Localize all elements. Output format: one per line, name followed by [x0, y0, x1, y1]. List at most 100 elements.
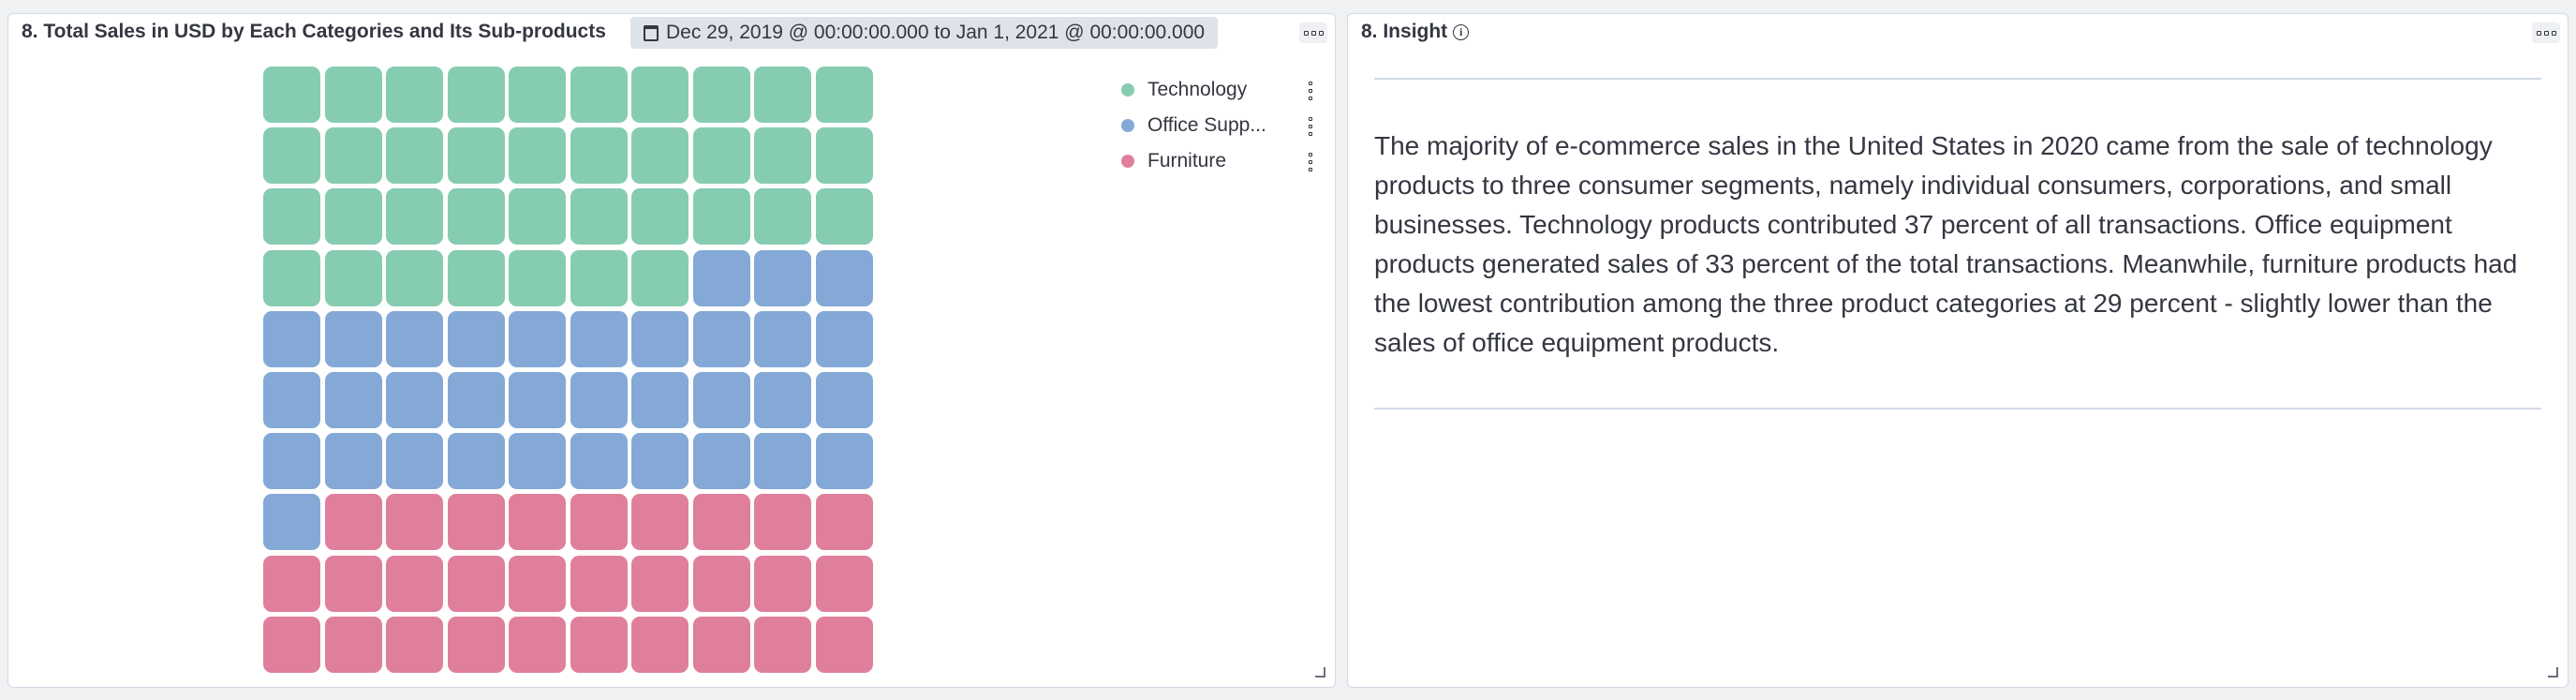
waffle-cell-technology[interactable] [570, 67, 628, 123]
waffle-cell-furniture[interactable] [754, 494, 811, 551]
waffle-cell-furniture[interactable] [263, 555, 320, 612]
waffle-cell-furniture[interactable] [324, 494, 382, 551]
legend-actions-icon[interactable] [1307, 82, 1314, 100]
waffle-cell-furniture[interactable] [631, 555, 688, 612]
waffle-cell-furniture[interactable] [324, 555, 382, 612]
waffle-cell-furniture[interactable] [815, 616, 873, 673]
waffle-cell-office-supp[interactable] [815, 433, 873, 490]
waffle-cell-furniture[interactable] [447, 494, 505, 551]
waffle-cell-office-supp[interactable] [263, 494, 320, 551]
waffle-cell-office-supp[interactable] [692, 372, 750, 428]
waffle-cell-furniture[interactable] [263, 616, 320, 673]
waffle-cell-furniture[interactable] [509, 494, 566, 551]
waffle-cell-furniture[interactable] [386, 555, 443, 612]
waffle-cell-furniture[interactable] [570, 616, 628, 673]
waffle-cell-office-supp[interactable] [692, 310, 750, 367]
waffle-cell-technology[interactable] [631, 127, 688, 185]
waffle-cell-office-supp[interactable] [692, 433, 750, 490]
waffle-cell-technology[interactable] [692, 67, 750, 123]
waffle-cell-furniture[interactable] [631, 494, 688, 551]
waffle-cell-technology[interactable] [324, 249, 382, 306]
panel-options-button[interactable] [1299, 22, 1327, 43]
legend-actions-icon[interactable] [1307, 153, 1314, 171]
waffle-cell-technology[interactable] [570, 188, 628, 246]
legend-item[interactable]: Technology [1121, 72, 1327, 108]
waffle-cell-technology[interactable] [447, 67, 505, 123]
info-icon[interactable]: i [1453, 23, 1470, 40]
waffle-cell-technology[interactable] [631, 188, 688, 246]
resize-handle[interactable] [2548, 667, 2558, 678]
waffle-cell-technology[interactable] [263, 127, 320, 185]
waffle-cell-furniture[interactable] [754, 616, 811, 673]
waffle-cell-office-supp[interactable] [754, 372, 811, 428]
waffle-cell-technology[interactable] [509, 67, 566, 123]
waffle-cell-office-supp[interactable] [815, 372, 873, 428]
waffle-cell-technology[interactable] [815, 188, 873, 246]
waffle-cell-furniture[interactable] [509, 616, 566, 673]
waffle-cell-technology[interactable] [263, 67, 320, 123]
waffle-cell-technology[interactable] [692, 188, 750, 246]
waffle-cell-technology[interactable] [692, 127, 750, 185]
waffle-cell-office-supp[interactable] [631, 372, 688, 428]
legend-item[interactable]: Furniture [1121, 143, 1327, 179]
waffle-cell-technology[interactable] [386, 188, 443, 246]
waffle-cell-technology[interactable] [754, 127, 811, 185]
waffle-cell-office-supp[interactable] [692, 249, 750, 306]
waffle-cell-furniture[interactable] [324, 616, 382, 673]
waffle-cell-office-supp[interactable] [263, 372, 320, 428]
waffle-cell-technology[interactable] [509, 188, 566, 246]
waffle-cell-office-supp[interactable] [263, 433, 320, 490]
waffle-cell-office-supp[interactable] [631, 433, 688, 490]
waffle-cell-technology[interactable] [447, 249, 505, 306]
waffle-cell-office-supp[interactable] [386, 433, 443, 490]
waffle-cell-office-supp[interactable] [570, 310, 628, 367]
waffle-cell-office-supp[interactable] [263, 310, 320, 367]
waffle-cell-office-supp[interactable] [631, 310, 688, 367]
waffle-cell-office-supp[interactable] [386, 310, 443, 367]
waffle-cell-furniture[interactable] [754, 555, 811, 612]
waffle-cell-furniture[interactable] [386, 616, 443, 673]
waffle-cell-technology[interactable] [447, 127, 505, 185]
waffle-cell-technology[interactable] [815, 127, 873, 185]
waffle-cell-office-supp[interactable] [754, 249, 811, 306]
waffle-cell-technology[interactable] [754, 67, 811, 123]
waffle-cell-technology[interactable] [386, 67, 443, 123]
waffle-cell-office-supp[interactable] [570, 372, 628, 428]
waffle-cell-office-supp[interactable] [815, 310, 873, 367]
waffle-cell-office-supp[interactable] [447, 310, 505, 367]
waffle-cell-technology[interactable] [324, 67, 382, 123]
waffle-cell-furniture[interactable] [692, 494, 750, 551]
waffle-cell-technology[interactable] [324, 127, 382, 185]
waffle-cell-office-supp[interactable] [815, 249, 873, 306]
waffle-cell-technology[interactable] [815, 67, 873, 123]
waffle-cell-furniture[interactable] [815, 555, 873, 612]
waffle-cell-technology[interactable] [324, 188, 382, 246]
waffle-cell-office-supp[interactable] [386, 372, 443, 428]
waffle-cell-office-supp[interactable] [754, 310, 811, 367]
waffle-cell-office-supp[interactable] [447, 372, 505, 428]
waffle-cell-furniture[interactable] [386, 494, 443, 551]
waffle-cell-technology[interactable] [386, 127, 443, 185]
waffle-cell-office-supp[interactable] [570, 433, 628, 490]
waffle-cell-office-supp[interactable] [324, 433, 382, 490]
waffle-cell-technology[interactable] [509, 127, 566, 185]
waffle-cell-furniture[interactable] [815, 494, 873, 551]
waffle-cell-technology[interactable] [447, 188, 505, 246]
waffle-cell-technology[interactable] [570, 249, 628, 306]
waffle-cell-technology[interactable] [509, 249, 566, 306]
waffle-cell-office-supp[interactable] [324, 310, 382, 367]
waffle-cell-office-supp[interactable] [509, 372, 566, 428]
waffle-cell-furniture[interactable] [447, 555, 505, 612]
waffle-cell-furniture[interactable] [570, 494, 628, 551]
waffle-cell-technology[interactable] [263, 249, 320, 306]
waffle-cell-furniture[interactable] [509, 555, 566, 612]
waffle-cell-technology[interactable] [631, 67, 688, 123]
waffle-cell-office-supp[interactable] [754, 433, 811, 490]
waffle-cell-technology[interactable] [386, 249, 443, 306]
waffle-cell-office-supp[interactable] [447, 433, 505, 490]
waffle-cell-office-supp[interactable] [509, 310, 566, 367]
resize-handle[interactable] [1315, 667, 1325, 678]
waffle-cell-technology[interactable] [570, 127, 628, 185]
waffle-cell-technology[interactable] [754, 188, 811, 246]
waffle-cell-furniture[interactable] [570, 555, 628, 612]
